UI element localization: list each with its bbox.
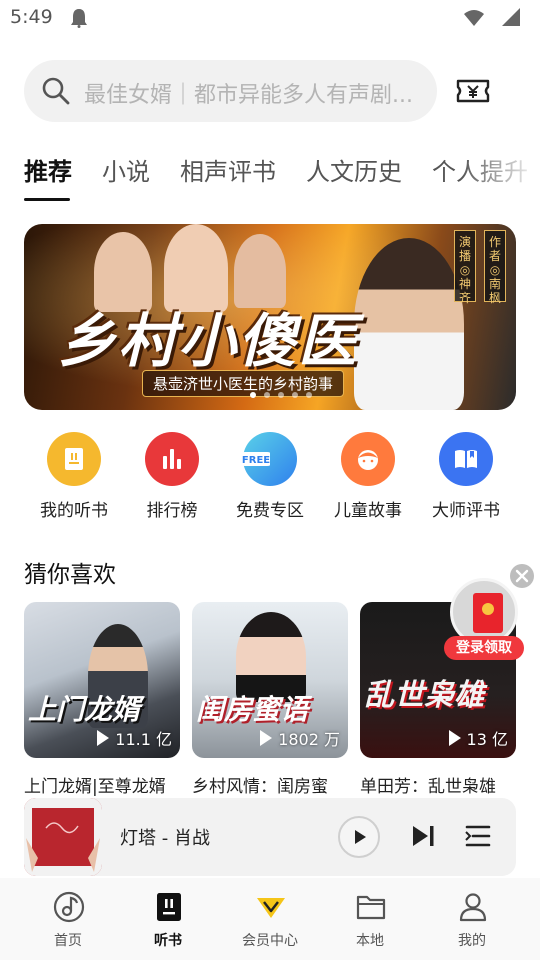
nav-label: 会员中心 — [242, 933, 298, 949]
status-bar: 5:49 — [0, 0, 540, 36]
book-title: 乡村风情：闺房蜜 — [192, 777, 328, 797]
pagination-dot — [292, 392, 298, 398]
play-count: 13 亿 — [448, 726, 508, 750]
play-icon — [97, 730, 110, 746]
bottom-navigation: 首页 听书 会员中心 本地 我的 — [0, 878, 540, 960]
free-badge-text: FREE — [242, 455, 270, 466]
play-icon — [448, 730, 461, 746]
cover-title: 乱世枭雄 — [364, 678, 484, 713]
promo-banner[interactable]: 演播◎神齐 作者◎南枫 乡村小傻医 悬壶济世小医生的乡村韵事 — [24, 224, 516, 410]
entry-label: 排行榜 — [146, 501, 198, 521]
mini-player[interactable]: 灯塔 - 肖战 — [24, 798, 516, 876]
play-icon — [355, 830, 366, 844]
pagination-dot — [250, 392, 256, 398]
entry-kids-stories[interactable]: 儿童故事 — [319, 432, 417, 526]
entry-free-zone[interactable]: FREE 免费专区 — [221, 432, 319, 526]
ticket-icon[interactable] — [455, 74, 491, 108]
free-badge-icon: FREE — [242, 432, 297, 486]
close-icon — [515, 569, 529, 583]
category-tabs: 推荐 小说 相声评书 人文历史 个人提升 — [0, 152, 540, 202]
active-tab-indicator — [24, 198, 70, 201]
pagination-dot — [278, 392, 284, 398]
envelope-seal — [482, 603, 494, 615]
open-book-icon — [439, 432, 493, 486]
entry-master-storytelling[interactable]: 大师评书 — [417, 432, 515, 526]
next-track-icon[interactable] — [409, 822, 437, 850]
play-count-value: 1802 万 — [278, 730, 340, 749]
tabs-fade — [460, 152, 540, 192]
book-cover: 上门龙婿 11.1 亿 — [24, 602, 180, 758]
banner-tag-cast: 演播◎神齐 — [454, 230, 476, 305]
section-title: 猜你喜欢 — [24, 562, 116, 588]
music-disc-icon — [53, 891, 85, 923]
red-envelope-icon — [473, 593, 503, 633]
book-cover: 闺房蜜语 1802 万 — [192, 602, 348, 758]
search-row: 最佳女婿｜都市异能多人有声剧... — [0, 60, 540, 122]
tab-novel[interactable]: 小说 — [102, 152, 150, 187]
nav-local[interactable]: 本地 — [316, 878, 424, 960]
nav-vip-center[interactable]: 会员中心 — [216, 878, 324, 960]
banner-pagination — [250, 392, 330, 400]
tab-crosstalk[interactable]: 相声评书 — [180, 152, 276, 187]
entry-my-audiobooks[interactable]: 我的听书 — [25, 432, 123, 526]
folder-icon — [356, 895, 386, 920]
nav-audiobooks[interactable]: 听书 — [114, 878, 222, 960]
entry-label: 我的听书 — [40, 501, 108, 521]
cover-title: 上门龙婿 — [28, 693, 141, 726]
now-playing-title: 灯塔 - 肖战 — [120, 828, 210, 849]
notification-app-icon — [71, 9, 87, 28]
banner-tag-author: 作者◎南枫 — [484, 230, 506, 305]
play-count-value: 13 亿 — [466, 730, 508, 749]
nav-label: 首页 — [54, 933, 82, 949]
promo-label: 登录领取 — [444, 636, 524, 660]
vip-diamond-icon — [257, 898, 285, 918]
book-card[interactable]: 闺房蜜语 1802 万 乡村风情：闺房蜜 — [192, 602, 348, 798]
tab-history[interactable]: 人文历史 — [306, 152, 402, 187]
nav-home[interactable]: 首页 — [14, 878, 122, 960]
play-count-value: 11.1 亿 — [115, 730, 172, 749]
playlist-icon[interactable] — [464, 822, 492, 850]
search-placeholder: 最佳女婿｜都市异能多人有声剧... — [84, 83, 413, 107]
cover-title: 闺房蜜语 — [196, 693, 309, 726]
entry-label: 大师评书 — [432, 501, 500, 521]
play-icon — [260, 730, 273, 746]
nav-label: 我的 — [458, 933, 486, 949]
album-art — [24, 798, 102, 876]
play-count: 1802 万 — [260, 726, 340, 750]
search-input[interactable]: 最佳女婿｜都市异能多人有声剧... — [24, 60, 437, 122]
search-icon — [42, 77, 70, 105]
quick-entries: 我的听书 排行榜 FREE 免费专区 儿童故事 大师评书 — [0, 432, 540, 526]
book-title: 单田芳：乱世枭雄 — [360, 777, 496, 797]
entry-label: 免费专区 — [236, 501, 304, 521]
book-icon — [47, 432, 101, 486]
person-icon — [459, 893, 487, 922]
audiobook-icon — [157, 893, 181, 921]
entry-label: 儿童故事 — [334, 501, 402, 521]
login-reward-promo[interactable]: 登录领取 — [444, 578, 524, 660]
kid-face-icon — [341, 432, 395, 486]
signal-wifi-icon — [464, 8, 520, 26]
banner-title: 乡村小傻医 — [58, 307, 359, 375]
tab-recommend[interactable]: 推荐 — [24, 152, 72, 187]
nav-profile[interactable]: 我的 — [418, 878, 526, 960]
book-card[interactable]: 上门龙婿 11.1 亿 上门龙婿|至尊龙婿 — [24, 602, 180, 798]
nav-label: 本地 — [356, 933, 384, 949]
pagination-dot — [264, 392, 270, 398]
play-count: 11.1 亿 — [97, 726, 172, 750]
pagination-dot — [306, 392, 312, 398]
status-time: 5:49 — [10, 6, 53, 28]
banner-doctor-figure — [354, 238, 464, 410]
entry-ranking[interactable]: 排行榜 — [123, 432, 221, 526]
promo-close-button[interactable] — [510, 564, 534, 588]
play-button[interactable] — [338, 816, 380, 858]
book-title: 上门龙婿|至尊龙婿 — [24, 777, 166, 797]
bar-chart-icon — [145, 432, 199, 486]
nav-label: 听书 — [154, 933, 182, 949]
